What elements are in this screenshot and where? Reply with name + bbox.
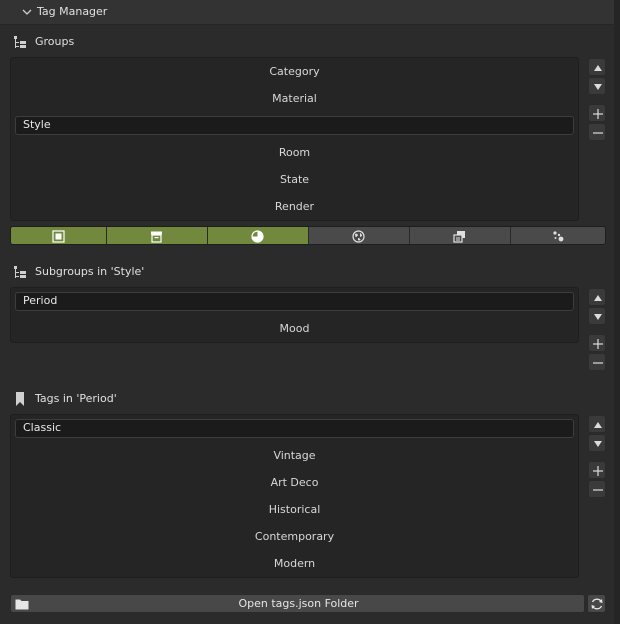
tags-move-down-button[interactable] (588, 434, 606, 452)
panel-edge (614, 0, 620, 624)
list-item[interactable]: Mood (11, 315, 578, 342)
list-item[interactable]: Contemporary (11, 523, 578, 550)
list-item-label: Contemporary (254, 530, 335, 543)
subgroups-remove-button[interactable] (588, 353, 606, 371)
list-item[interactable]: Render (11, 193, 578, 220)
filter-toggle-bar (10, 226, 606, 245)
refresh-icon (591, 598, 603, 610)
selection-field (15, 116, 574, 135)
subgroups-move-down-button[interactable] (588, 307, 606, 325)
list-item[interactable]: Material (11, 85, 578, 112)
filter-shading-toggle[interactable] (208, 227, 309, 244)
copy-stack-icon (453, 231, 465, 243)
list-item[interactable]: Room (11, 139, 578, 166)
shading-icon (251, 230, 264, 243)
outliner-icon (14, 266, 26, 278)
bookmark-icon (16, 392, 24, 406)
list-item[interactable]: State (11, 166, 578, 193)
open-tags-folder-label: Open tags.json Folder (238, 597, 359, 610)
list-item-label: Render (274, 200, 315, 213)
list-item-selected[interactable]: Classic (11, 415, 578, 442)
list-item-label: Historical (268, 503, 321, 516)
list-item-label: Category (269, 65, 320, 78)
list-item-selected[interactable]: Style (11, 112, 578, 139)
list-item[interactable]: Vintage (11, 442, 578, 469)
plus-icon (593, 109, 603, 119)
archive-icon (151, 231, 162, 243)
minus-icon (593, 362, 603, 364)
subgroups-list[interactable]: Period Mood (10, 287, 579, 343)
plus-icon (593, 339, 603, 349)
world-icon (352, 230, 365, 243)
groups-list[interactable]: Category Material Style Room State Rende… (10, 57, 579, 221)
minus-icon (593, 132, 603, 134)
filter-archive-toggle[interactable] (107, 227, 208, 244)
subgroups-move-up-button[interactable] (588, 288, 606, 306)
groups-heading-label: Groups (35, 35, 75, 48)
list-item[interactable]: Art Deco (11, 469, 578, 496)
list-item-label: Period (23, 294, 58, 307)
triangle-up-icon (594, 295, 602, 301)
minus-icon (593, 489, 603, 491)
filter-particles-toggle[interactable] (511, 227, 605, 244)
tags-add-button[interactable] (588, 461, 606, 479)
list-item[interactable]: Modern (11, 550, 578, 577)
particles-icon (553, 231, 564, 242)
subgroups-heading-label: Subgroups in 'Style' (35, 265, 145, 278)
list-item-label: Style (23, 118, 51, 131)
triangle-down-icon (594, 84, 602, 90)
groups-move-down-button[interactable] (588, 77, 606, 95)
panel-title: Tag Manager (37, 5, 108, 18)
groups-move-up-button[interactable] (588, 58, 606, 76)
tags-heading-label: Tags in 'Period' (35, 392, 117, 405)
list-item-label: Mood (279, 322, 310, 335)
list-item-label: Art Deco (270, 476, 319, 489)
outliner-icon (14, 36, 26, 48)
chevron-down-icon (22, 9, 32, 15)
panel-header[interactable]: Tag Manager (0, 0, 614, 25)
list-item-label: Room (278, 146, 311, 159)
triangle-up-icon (594, 65, 602, 71)
triangle-down-icon (594, 314, 602, 320)
refresh-button[interactable] (587, 594, 606, 613)
object-icon (52, 230, 65, 243)
list-item[interactable]: Historical (11, 496, 578, 523)
filter-object-toggle[interactable] (11, 227, 107, 244)
selection-field (15, 419, 574, 438)
tags-list[interactable]: Classic Vintage Art Deco Historical Cont… (10, 414, 579, 578)
list-item-selected[interactable]: Period (11, 288, 578, 315)
filter-copy-toggle[interactable] (410, 227, 511, 244)
selection-field (15, 292, 574, 311)
list-item-label: Material (272, 92, 317, 105)
tags-move-up-button[interactable] (588, 415, 606, 433)
subgroups-add-button[interactable] (588, 334, 606, 352)
plus-icon (593, 466, 603, 476)
triangle-down-icon (594, 441, 602, 447)
list-item-label: Classic (23, 421, 62, 434)
triangle-up-icon (594, 422, 602, 428)
list-item-label: Vintage (273, 449, 316, 462)
groups-remove-button[interactable] (588, 123, 606, 141)
tags-remove-button[interactable] (588, 480, 606, 498)
groups-add-button[interactable] (588, 104, 606, 122)
list-item-label: Modern (273, 557, 316, 570)
open-tags-folder-button[interactable]: Open tags.json Folder (10, 594, 585, 613)
list-item[interactable]: Category (11, 58, 578, 85)
list-item-label: State (279, 173, 310, 186)
filter-world-toggle[interactable] (309, 227, 410, 244)
